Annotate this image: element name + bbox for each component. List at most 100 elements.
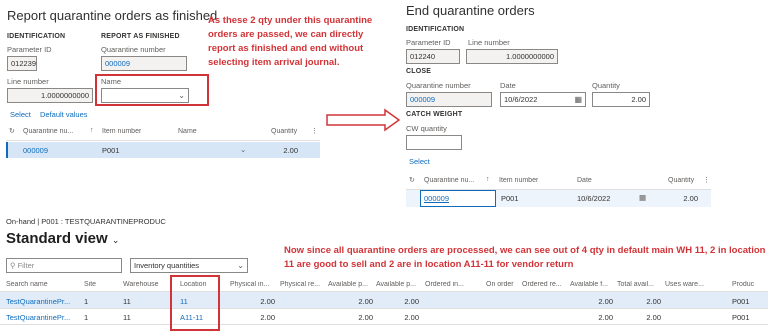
quarantine-number-field[interactable]: 000009	[406, 92, 492, 107]
grid-header-quarantine[interactable]: Quarantine nu...	[424, 177, 494, 184]
quarantine-number-label: Quarantine number	[406, 81, 471, 90]
row-quantity: 2.00	[283, 146, 298, 155]
default-values-button[interactable]: Default values	[40, 110, 88, 119]
parameter-id-label: Parameter ID	[406, 38, 451, 47]
dimension-select[interactable]: Inventory quantities ⌄	[130, 258, 248, 273]
sort-up-icon: ↑	[90, 127, 94, 134]
arrow-right-icon	[326, 108, 401, 132]
quantity-field[interactable]: 2.00	[592, 92, 650, 107]
parameter-id-field[interactable]: 012239	[7, 56, 37, 71]
annotation-report-finished: As these 2 qty under this quarantine ord…	[208, 15, 373, 68]
onhand-cell-r0-c6: 2.00	[358, 297, 373, 306]
onhand-header-2[interactable]: Warehouse	[123, 281, 163, 288]
row-item-number: P001	[102, 146, 120, 155]
grid-header-item[interactable]: Item number	[102, 128, 141, 135]
quarantine-number-label: Quarantine number	[101, 45, 166, 54]
onhand-header-1[interactable]: Site	[84, 281, 104, 288]
row-item-number: P001	[501, 194, 519, 203]
row-quarantine-number[interactable]: 000009	[424, 194, 449, 203]
line-number-label: Line number	[468, 38, 510, 47]
filter-input[interactable]: ⚲ Filter	[6, 258, 122, 273]
line-number-field[interactable]: 1.0000000000	[466, 49, 558, 64]
sort-up-icon: ↑	[486, 176, 490, 183]
location-highlight-box	[170, 275, 220, 331]
onhand-cell-r0-c11: 2.00	[598, 297, 613, 306]
onhand-cell-r0-c2: 11	[123, 297, 131, 306]
onhand-cell-r0-c1: 1	[84, 297, 89, 306]
identification-header: IDENTIFICATION	[7, 33, 66, 40]
row-quarantine-number[interactable]: 000009	[23, 146, 48, 155]
grid-header-item[interactable]: Item number	[499, 177, 538, 184]
catch-weight-header: CATCH WEIGHT	[406, 111, 463, 118]
row-quantity: 2.00	[683, 194, 698, 203]
search-icon: ⚲	[10, 261, 16, 270]
onhand-cell-r0-c12: 2.00	[646, 297, 661, 306]
onhand-header-7[interactable]: Available p...	[376, 281, 419, 288]
onhand-cell-r1-c2: 11	[123, 313, 131, 322]
column-options-icon[interactable]: ⋮	[311, 127, 318, 135]
calendar-icon[interactable]: ▦	[639, 193, 646, 202]
onhand-cell-r1-c12: 2.00	[646, 313, 661, 322]
view-selector[interactable]: Standard view ⌄	[6, 230, 119, 247]
refresh-icon[interactable]: ↻	[9, 127, 15, 135]
onhand-header-6[interactable]: Available p...	[328, 281, 373, 288]
onhand-header-13[interactable]: Uses ware...	[665, 281, 709, 288]
onhand-header-0[interactable]: Search name	[6, 281, 82, 288]
report-finished-header: REPORT AS FINISHED	[101, 33, 180, 40]
view-name: Standard view	[6, 230, 108, 247]
line-number-label: Line number	[7, 77, 49, 86]
end-dialog-title: End quarantine orders	[406, 3, 535, 18]
onhand-cell-r1-c11: 2.00	[598, 313, 613, 322]
onhand-cell-r1-c0[interactable]: TestQuarantinePr...	[6, 313, 82, 322]
onhand-cell-r0-c7: 2.00	[404, 297, 419, 306]
onhand-cell-r1-c6: 2.00	[358, 313, 373, 322]
name-highlight-box	[95, 74, 209, 106]
breadcrumb: On-hand | P001 : TESTQUARANTINEPRODUC	[6, 217, 166, 226]
grid-header-quantity[interactable]: Quantity	[271, 128, 297, 135]
onhand-header-8[interactable]: Ordered in...	[425, 281, 470, 288]
onhand-header-11[interactable]: Available f...	[570, 281, 613, 288]
cw-quantity-label: CW quantity	[406, 124, 447, 133]
date-value: 10/6/2022	[504, 95, 538, 104]
chevron-down-icon[interactable]: ⌄	[240, 145, 246, 154]
onhand-header-4[interactable]: Physical in...	[230, 281, 275, 288]
onhand-cell-r1-c4: 2.00	[260, 313, 275, 322]
line-number-field[interactable]: 1.0000000000	[7, 88, 93, 103]
chevron-down-icon: ⌄	[111, 235, 120, 245]
onhand-cell-r1-c14: P001	[732, 313, 750, 322]
select-button[interactable]: Select	[409, 157, 430, 166]
onhand-header-12[interactable]: Total avail...	[617, 281, 661, 288]
onhand-cell-r0-c14: P001	[732, 297, 750, 306]
parameter-id-field[interactable]: 012240	[406, 49, 460, 64]
onhand-header-10[interactable]: Ordered re...	[522, 281, 566, 288]
onhand-cell-r1-c1: 1	[84, 313, 89, 322]
grid-header-date[interactable]: Date	[577, 177, 592, 184]
onhand-cell-r0-c4: 2.00	[260, 297, 275, 306]
onhand-cell-r0-c0[interactable]: TestQuarantinePr...	[6, 297, 82, 306]
onhand-header-9[interactable]: On order	[486, 281, 518, 288]
annotation-onhand: Now since all quarantine orders are proc…	[284, 245, 766, 270]
select-button[interactable]: Select	[10, 110, 31, 119]
cw-quantity-field[interactable]	[406, 135, 462, 150]
row-date: 10/6/2022	[577, 194, 611, 203]
chevron-down-icon: ⌄	[237, 261, 244, 270]
parameter-id-label: Parameter ID	[7, 45, 52, 54]
identification-header: IDENTIFICATION	[406, 26, 465, 33]
grid-header-name[interactable]: Name	[178, 128, 197, 135]
calendar-icon[interactable]: ▦	[574, 93, 582, 106]
quantity-label: Quantity	[592, 81, 620, 90]
grid-header-quarantine[interactable]: Quarantine nu...	[23, 128, 93, 135]
date-field[interactable]: 10/6/2022 ▦	[500, 92, 586, 107]
grid-header-quantity[interactable]: Quantity	[668, 177, 694, 184]
end-grid: ↻ Quarantine nu... ↑ Item number Date Qu…	[406, 173, 711, 210]
quarantine-number-field[interactable]: 000009	[101, 56, 187, 71]
column-options-icon[interactable]: ⋮	[703, 176, 710, 184]
date-label: Date	[500, 81, 516, 90]
report-dialog-title: Report quarantine orders as finished	[7, 8, 218, 23]
onhand-cell-r1-c7: 2.00	[404, 313, 419, 322]
close-header: CLOSE	[406, 68, 432, 75]
onhand-header-14[interactable]: Produc	[732, 281, 768, 288]
onhand-header-5[interactable]: Physical re...	[280, 281, 320, 288]
report-grid: ↻ Quarantine nu... ↑ Item number Name Qu…	[6, 124, 320, 162]
refresh-icon[interactable]: ↻	[409, 176, 415, 184]
